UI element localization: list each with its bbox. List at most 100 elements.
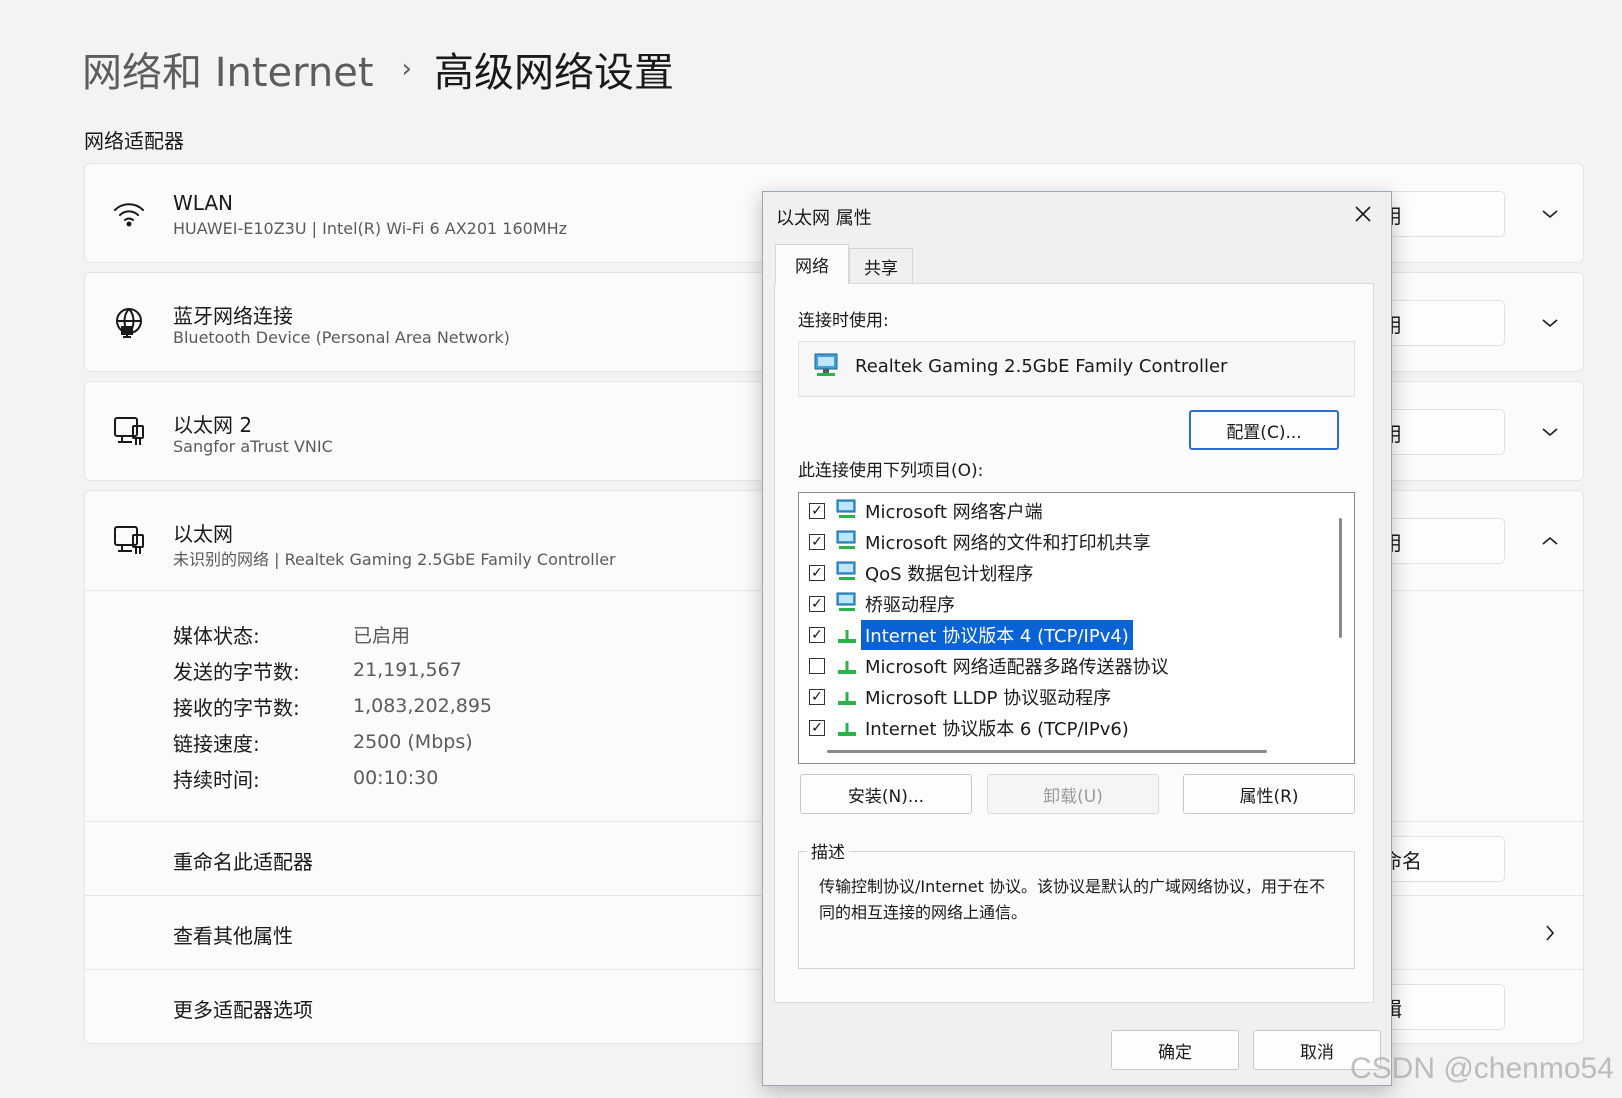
checkbox[interactable]: ✓ xyxy=(809,626,825,643)
stat-row: 接收的字节数: 1,083,202,895 xyxy=(173,688,492,724)
install-button[interactable]: 安装(N)... xyxy=(800,774,972,814)
list-item-selected[interactable]: ✓ Internet 协议版本 4 (TCP/IPv4) xyxy=(799,618,1319,651)
page-title: 高级网络设置 xyxy=(433,50,674,96)
rename-adapter-label: 重命名此适配器 xyxy=(173,850,313,874)
list-item[interactable]: Microsoft 网络适配器多路传送器协议 xyxy=(799,650,1319,681)
adapter-name: 蓝牙网络连接 xyxy=(173,304,293,328)
stat-row: 媒体状态: 已启用 xyxy=(173,616,492,652)
list-item-label: Internet 协议版本 6 (TCP/IPv6) xyxy=(865,718,1129,740)
list-item-label: Microsoft 网络适配器多路传送器协议 xyxy=(865,656,1169,678)
stat-label: 持续时间: xyxy=(173,767,260,792)
watermark: CSDN @chenmo54 xyxy=(1350,1052,1614,1085)
adapter-description: Bluetooth Device (Personal Area Network) xyxy=(173,328,510,347)
tab-sharing[interactable]: 共享 xyxy=(849,248,913,284)
checkbox[interactable]: ✓ xyxy=(809,564,825,581)
protocol-icon xyxy=(838,661,856,674)
adapter-name: WLAN xyxy=(173,191,234,215)
chevron-up-icon[interactable] xyxy=(1535,526,1565,556)
stat-value: 1,083,202,895 xyxy=(353,695,493,717)
stat-label: 链接速度: xyxy=(173,731,260,756)
stat-value: 00:10:30 xyxy=(353,767,439,789)
network-client-icon xyxy=(836,499,856,518)
chevron-right-icon xyxy=(1535,918,1565,948)
stat-value: 21,191,567 xyxy=(353,659,462,681)
list-item-label: 桥驱动程序 xyxy=(865,594,955,616)
view-properties-label: 查看其他属性 xyxy=(173,924,293,948)
description-text: 传输控制协议/Internet 协议。该协议是默认的广域网络协议，用于在不同的相… xyxy=(819,877,1326,922)
list-item[interactable]: ✓ Microsoft 网络客户端 xyxy=(799,495,1319,526)
network-client-icon xyxy=(836,530,856,549)
adapter-name: 以太网 2 xyxy=(173,413,253,437)
list-item[interactable]: ✓ Microsoft 网络的文件和打印机共享 xyxy=(799,526,1319,557)
adapter-description: 未识别的网络 | Realtek Gaming 2.5GbE Family Co… xyxy=(173,550,616,569)
dialog-title: 以太网 属性 xyxy=(776,208,872,229)
chevron-down-icon[interactable] xyxy=(1535,199,1565,229)
close-icon[interactable] xyxy=(1349,200,1377,228)
ethernet-icon xyxy=(109,521,149,561)
list-item[interactable]: ✓ QoS 数据包计划程序 xyxy=(799,557,1319,588)
connect-using-label: 连接时使用: xyxy=(798,311,889,331)
globe-network-icon xyxy=(109,303,149,343)
checkbox[interactable]: ✓ xyxy=(809,719,825,736)
disable-button[interactable]: 禁用 xyxy=(1362,518,1505,564)
list-item-label: Microsoft 网络客户端 xyxy=(865,501,1043,523)
description-legend: 描述 xyxy=(807,838,849,863)
breadcrumb-parent-link[interactable]: 网络和 Internet xyxy=(82,40,374,98)
enable-button[interactable]: 启用 xyxy=(1362,409,1505,455)
checkbox[interactable] xyxy=(809,657,825,674)
stat-label: 发送的字节数: xyxy=(173,659,300,684)
ethernet-icon xyxy=(109,412,149,452)
chevron-right-icon: › xyxy=(401,54,412,84)
tab-network[interactable]: 网络 xyxy=(775,244,849,284)
adapter-name: 以太网 xyxy=(173,522,233,546)
network-adapter-icon xyxy=(814,353,838,376)
stat-value: 2500 (Mbps) xyxy=(353,731,473,753)
stat-row: 持续时间: 00:10:30 xyxy=(173,760,492,796)
stat-label: 接收的字节数: xyxy=(173,695,300,720)
checkbox[interactable]: ✓ xyxy=(809,502,825,519)
network-tab-panel: 连接时使用: Realtek Gaming 2.5GbE Family Cont… xyxy=(774,283,1374,1003)
network-client-icon xyxy=(836,592,856,611)
ethernet-properties-dialog: 以太网 属性 网络 共享 连接时使用: Realtek Gaming 2.5Gb… xyxy=(762,191,1392,1086)
rename-button[interactable]: 重命名 xyxy=(1362,836,1505,882)
disable-button[interactable]: 禁用 xyxy=(1362,300,1505,346)
list-item[interactable]: ✓ Internet 协议版本 6 (TCP/IPv6) xyxy=(799,712,1319,743)
edit-button[interactable]: 编辑 xyxy=(1362,984,1505,1030)
ok-button[interactable]: 确定 xyxy=(1111,1030,1239,1070)
adapter-stats: 媒体状态: 已启用 发送的字节数: 21,191,567 接收的字节数: 1,0… xyxy=(173,616,492,796)
section-title: 网络适配器 xyxy=(84,129,184,153)
stat-row: 链接速度: 2500 (Mbps) xyxy=(173,724,492,760)
wifi-icon xyxy=(109,194,149,234)
stat-row: 发送的字节数: 21,191,567 xyxy=(173,652,492,688)
list-item-label: Microsoft 网络的文件和打印机共享 xyxy=(865,532,1151,554)
checkbox[interactable]: ✓ xyxy=(809,533,825,550)
list-item-label: Microsoft LLDP 协议驱动程序 xyxy=(865,687,1112,709)
protocol-icon xyxy=(838,723,856,736)
chevron-down-icon[interactable] xyxy=(1535,417,1565,447)
checkbox[interactable]: ✓ xyxy=(809,688,825,705)
adapter-description: HUAWEI-E10Z3U | Intel(R) Wi-Fi 6 AX201 1… xyxy=(173,219,568,238)
list-item[interactable]: ✓ Microsoft LLDP 协议驱动程序 xyxy=(799,681,1319,712)
list-item[interactable]: ✓ 桥驱动程序 xyxy=(799,588,1319,619)
protocol-icon xyxy=(838,630,856,643)
disable-button[interactable]: 禁用 xyxy=(1362,191,1505,237)
vertical-scrollbar[interactable] xyxy=(1339,518,1342,638)
adapter-device-name: Realtek Gaming 2.5GbE Family Controller xyxy=(855,356,1228,377)
horizontal-scrollbar[interactable] xyxy=(827,750,1267,753)
list-item-label: Internet 协议版本 4 (TCP/IPv4) xyxy=(860,618,1134,651)
properties-button[interactable]: 属性(R) xyxy=(1183,774,1355,814)
chevron-down-icon[interactable] xyxy=(1535,308,1565,338)
components-list[interactable]: ✓ Microsoft 网络客户端 ✓ Microsoft 网络的文件和打印机共… xyxy=(798,492,1355,764)
list-item-label: QoS 数据包计划程序 xyxy=(865,563,1034,585)
checkbox[interactable]: ✓ xyxy=(809,595,825,612)
adapter-device-box: Realtek Gaming 2.5GbE Family Controller xyxy=(798,341,1355,397)
uninstall-button[interactable]: 卸载(U) xyxy=(987,774,1159,814)
stat-label: 媒体状态: xyxy=(173,623,260,648)
more-adapter-options-label: 更多适配器选项 xyxy=(173,998,313,1022)
protocol-icon xyxy=(838,692,856,705)
items-label: 此连接使用下列项目(O): xyxy=(798,461,984,481)
stat-value: 已启用 xyxy=(353,624,411,647)
adapter-description: Sangfor aTrust VNIC xyxy=(173,437,333,456)
network-client-icon xyxy=(836,561,856,580)
configure-button[interactable]: 配置(C)... xyxy=(1189,410,1339,450)
